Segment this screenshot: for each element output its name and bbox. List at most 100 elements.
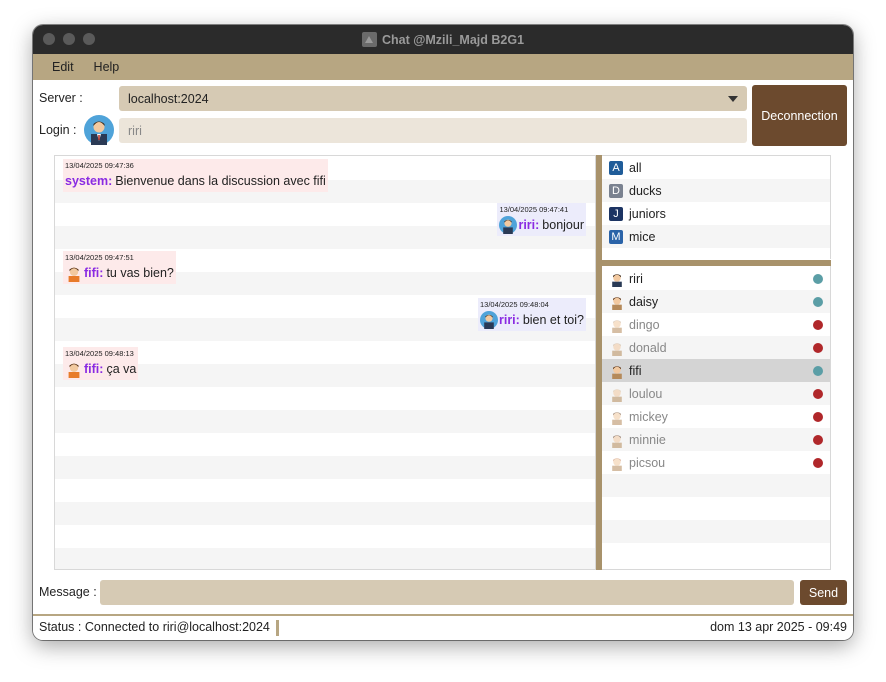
group-name: mice xyxy=(629,229,656,244)
user-item-picsou[interactable]: picsou xyxy=(602,451,830,474)
list-row-stripe xyxy=(55,502,595,525)
message-text: tu vas bien? xyxy=(106,266,174,280)
group-item-juniors[interactable]: J juniors xyxy=(602,202,830,225)
donald-avatar-icon xyxy=(612,342,622,356)
send-button[interactable]: Send xyxy=(800,580,847,605)
chevron-down-icon[interactable] xyxy=(728,96,738,102)
user-name: fifi xyxy=(629,363,642,378)
message-timestamp: 13/04/2025 09:48:04 xyxy=(479,300,549,309)
group-m-icon: M xyxy=(609,229,623,244)
list-row-stripe xyxy=(602,497,830,520)
user-item-fifi[interactable]: fifi xyxy=(602,359,830,382)
login-field-value: riri xyxy=(128,123,142,138)
status-dot-icon xyxy=(813,458,823,468)
message-timestamp: 13/04/2025 09:47:41 xyxy=(499,205,569,214)
message-body: riri: bien et toi? xyxy=(479,311,584,329)
chat-window: Chat @Mzili_Majd B2G1 Edit Help Server :… xyxy=(33,25,853,640)
riri-avatar-icon xyxy=(612,273,622,287)
message-input[interactable] xyxy=(100,580,794,605)
list-row-stripe xyxy=(55,410,595,433)
loulou-avatar-icon xyxy=(612,388,622,402)
message-text: Bienvenue dans la discussion avec fifi xyxy=(115,174,326,188)
message-item: 13/04/2025 09:47:41 riri: bonjour xyxy=(497,203,586,236)
message-timestamp: 13/04/2025 09:47:36 xyxy=(65,161,134,170)
message-author: riri: xyxy=(498,313,520,327)
window-controls xyxy=(43,33,95,45)
status-datetime: dom 13 apr 2025 - 09:49 xyxy=(710,620,847,634)
user-item-loulou[interactable]: loulou xyxy=(602,382,830,405)
user-item-donald[interactable]: donald xyxy=(602,336,830,359)
group-j-icon: J xyxy=(609,206,623,221)
login-field[interactable]: riri xyxy=(119,118,747,143)
server-select[interactable]: localhost:2024 xyxy=(119,86,747,111)
list-row-stripe xyxy=(55,479,595,502)
user-name: loulou xyxy=(629,386,663,401)
user-name: donald xyxy=(629,340,667,355)
list-row-stripe xyxy=(602,543,830,566)
login-label: Login : xyxy=(39,123,77,137)
status-dot-icon xyxy=(813,366,823,376)
group-item-ducks[interactable]: D ducks xyxy=(602,179,830,202)
user-item-dingo[interactable]: dingo xyxy=(602,313,830,336)
user-item-mickey[interactable]: mickey xyxy=(602,405,830,428)
login-avatar-icon xyxy=(84,115,114,145)
message-author: system: xyxy=(65,174,113,188)
menu-bar: Edit Help xyxy=(33,54,853,80)
group-name: ducks xyxy=(629,183,662,198)
status-bar: Status : Connected to riri@localhost:202… xyxy=(33,614,853,640)
picsou-avatar-icon xyxy=(612,457,622,471)
message-item: 13/04/2025 09:48:13 fifi: ça va xyxy=(63,347,139,380)
server-label: Server : xyxy=(39,91,83,105)
user-item-minnie[interactable]: minnie xyxy=(602,428,830,451)
user-item-daisy[interactable]: daisy xyxy=(602,290,830,313)
message-text: bien et toi? xyxy=(522,313,584,327)
deconnection-button[interactable]: Deconnection xyxy=(752,85,847,146)
message-timestamp: 13/04/2025 09:48:13 xyxy=(65,349,134,358)
message-body: riri: bonjour xyxy=(499,216,584,234)
group-item-mice[interactable]: M mice xyxy=(602,225,830,248)
group-item-all[interactable]: A all xyxy=(602,156,830,179)
minnie-avatar-icon xyxy=(612,434,622,448)
users-list: riri daisy dingo donald fifi loulou mickey minn… xyxy=(602,266,831,570)
menu-edit[interactable]: Edit xyxy=(42,60,84,74)
group-a-icon: A xyxy=(609,160,623,175)
user-name: riri xyxy=(629,271,643,286)
user-name: mickey xyxy=(629,409,668,424)
close-window-button[interactable] xyxy=(43,33,55,45)
group-name: juniors xyxy=(629,206,666,221)
groups-list: A all D ducks J juniors M mice xyxy=(602,155,831,259)
message-label: Message : xyxy=(39,585,97,599)
list-row-stripe xyxy=(55,433,595,456)
riri-avatar-icon xyxy=(479,311,498,329)
group-d-icon: D xyxy=(609,183,623,198)
riri-avatar-icon xyxy=(499,216,518,234)
user-name: dingo xyxy=(629,317,660,332)
mickey-avatar-icon xyxy=(612,411,622,425)
fifi-avatar-icon xyxy=(612,365,622,379)
list-row-stripe xyxy=(602,520,830,543)
status-dot-icon xyxy=(813,435,823,445)
message-author: fifi: xyxy=(84,266,104,280)
message-author: riri: xyxy=(518,218,540,232)
user-name: daisy xyxy=(629,294,659,309)
list-row-stripe xyxy=(55,387,595,410)
user-item-riri[interactable]: riri xyxy=(602,267,830,290)
messages-panel: 13/04/2025 09:47:36 system: Bienvenue da… xyxy=(54,155,596,570)
message-body: fifi: tu vas bien? xyxy=(65,264,174,282)
message-body: fifi: ça va xyxy=(65,360,136,378)
title-bar: Chat @Mzili_Majd B2G1 xyxy=(33,25,853,54)
message-item: 13/04/2025 09:47:51 fifi: tu vas bien? xyxy=(63,251,176,284)
zoom-window-button[interactable] xyxy=(83,33,95,45)
group-name: all xyxy=(629,160,642,175)
fifi-avatar-icon xyxy=(68,363,80,378)
window-title: Chat @Mzili_Majd B2G1 xyxy=(381,32,525,47)
list-row-stripe xyxy=(55,548,595,569)
list-row-stripe xyxy=(602,474,830,497)
minimize-window-button[interactable] xyxy=(63,33,75,45)
message-text: bonjour xyxy=(542,218,584,232)
message-timestamp: 13/04/2025 09:47:51 xyxy=(65,253,134,262)
menu-help[interactable]: Help xyxy=(84,60,130,74)
app-icon xyxy=(361,32,377,47)
user-name: minnie xyxy=(629,432,666,447)
status-dot-icon xyxy=(813,343,823,353)
